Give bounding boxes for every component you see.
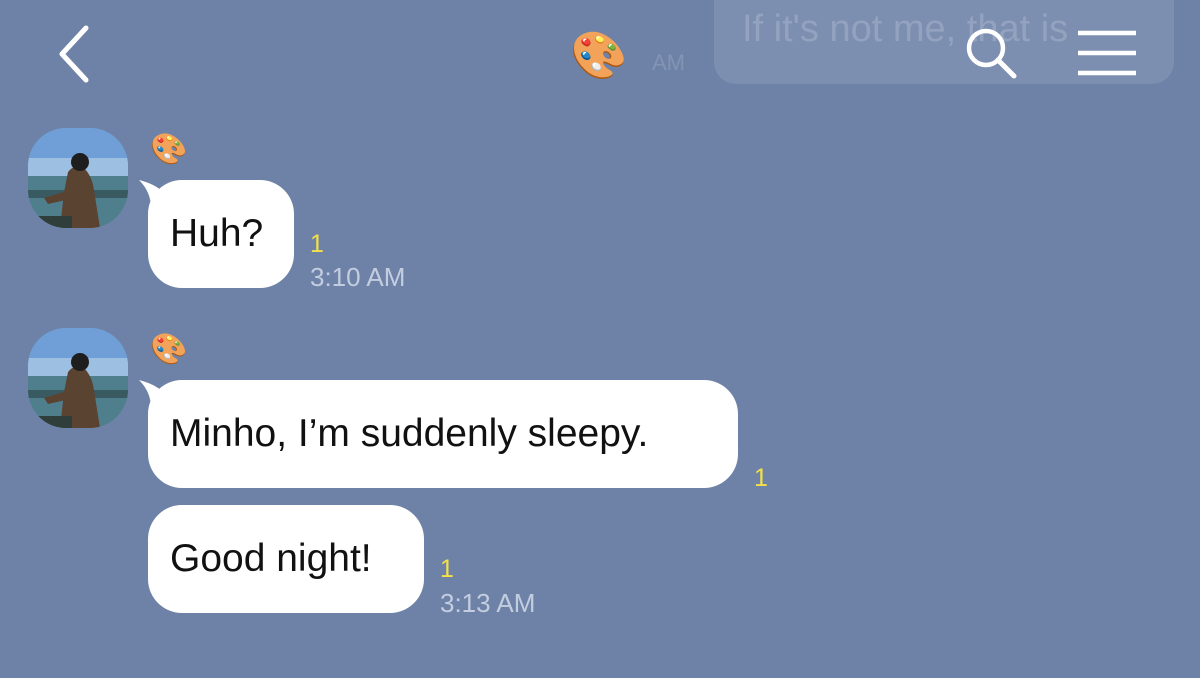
back-button[interactable] bbox=[50, 22, 106, 86]
hamburger-menu-icon bbox=[1078, 30, 1136, 76]
search-icon bbox=[966, 28, 1017, 79]
chat-title-emoji: 🎨 bbox=[570, 28, 628, 82]
avatar[interactable] bbox=[28, 128, 128, 228]
message-bubble[interactable]: Good night! bbox=[148, 505, 424, 613]
message-bubble[interactable]: Minho, I’m suddenly sleepy. bbox=[148, 380, 738, 488]
chevron-left-icon bbox=[59, 25, 89, 83]
avatar[interactable] bbox=[28, 328, 128, 428]
sender-name-emoji: 🎨 bbox=[150, 332, 188, 367]
search-button[interactable] bbox=[960, 24, 1020, 82]
chat-header: 🎨 AM If it's not me, that is bbox=[0, 0, 1200, 110]
message-text: Huh? bbox=[170, 212, 264, 255]
profile-photo-icon bbox=[28, 128, 128, 228]
message-text: Good night! bbox=[170, 537, 372, 580]
unread-count: 1 bbox=[310, 230, 324, 258]
message-timestamp: 3:10 AM bbox=[310, 262, 406, 292]
message-timestamp: 3:13 AM bbox=[440, 588, 536, 618]
menu-button[interactable] bbox=[1074, 28, 1140, 78]
profile-photo-icon bbox=[28, 328, 128, 428]
ghost-timestamp: AM bbox=[652, 50, 685, 75]
unread-count: 1 bbox=[754, 464, 768, 492]
sender-name-emoji: 🎨 bbox=[150, 132, 188, 167]
unread-count: 1 bbox=[440, 555, 454, 583]
message-text: Minho, I’m suddenly sleepy. bbox=[170, 412, 649, 455]
message-bubble[interactable]: Huh? bbox=[148, 180, 294, 288]
